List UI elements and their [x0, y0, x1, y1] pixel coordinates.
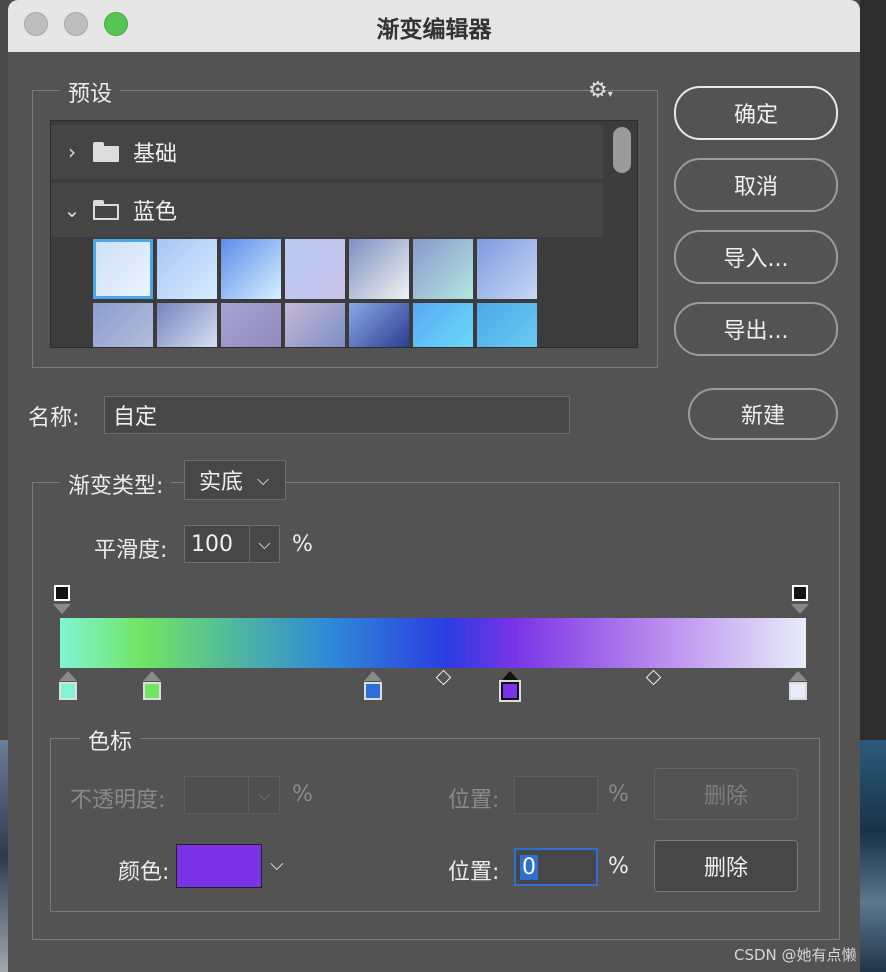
folder-open-icon	[93, 200, 119, 220]
title-bar: 渐变编辑器	[8, 0, 860, 52]
color-location-input[interactable]: 0	[514, 848, 598, 886]
export-button[interactable]: 导出...	[674, 302, 838, 356]
preset-swatch[interactable]	[93, 303, 153, 347]
color-stop[interactable]	[364, 682, 383, 700]
chevron-down-icon[interactable]: ⌵	[249, 526, 279, 562]
preset-swatch[interactable]	[477, 239, 537, 299]
folder-name: 基础	[133, 142, 178, 167]
smoothness-field[interactable]: 100 ⌵	[184, 525, 280, 563]
smoothness-value[interactable]: 100	[191, 532, 249, 557]
gradient-editor-dialog: 渐变编辑器 预设 ⚙▾ › 基础 ⌄ 蓝色 确定 取消 导入... 导出... …	[8, 0, 860, 972]
opacity-percent: %	[292, 782, 313, 807]
color-location-value: 0	[520, 854, 538, 880]
smoothness-label: 平滑度:	[94, 538, 168, 563]
scroll-thumb[interactable]	[613, 127, 631, 173]
color-stop-arrow	[142, 671, 161, 681]
percent-sign: %	[292, 532, 313, 557]
color-stop[interactable]	[59, 682, 77, 700]
folder-basic[interactable]: › 基础	[51, 125, 603, 179]
preset-swatch[interactable]	[93, 239, 153, 299]
color-swatch[interactable]	[176, 844, 262, 888]
color-stop-arrow	[500, 671, 519, 681]
chevron-down-icon[interactable]: ⌵	[270, 854, 284, 875]
presets-scrollbar[interactable]	[607, 121, 637, 347]
preset-swatch[interactable]	[477, 303, 537, 347]
preset-swatch[interactable]	[285, 303, 345, 347]
gradient-type-value: 实底	[199, 470, 244, 495]
presets-label: 预设	[60, 76, 121, 108]
presets-list[interactable]: › 基础 ⌄ 蓝色	[50, 120, 638, 348]
background-image	[860, 740, 886, 972]
opacity-location-percent: %	[608, 782, 629, 807]
folder-icon	[93, 142, 119, 162]
opacity-stop-left[interactable]	[54, 585, 70, 601]
preset-swatch[interactable]	[157, 303, 217, 347]
preset-swatch[interactable]	[349, 303, 409, 347]
gradient-bar[interactable]	[60, 618, 806, 668]
delete-opacity-stop-button: 删除	[654, 768, 798, 820]
color-stop[interactable]	[142, 682, 161, 700]
opacity-location-input	[514, 776, 598, 814]
gradient-type-label: 渐变类型:	[60, 468, 172, 500]
cancel-button[interactable]: 取消	[674, 158, 838, 212]
opacity-stop-right[interactable]	[792, 585, 808, 601]
folder-blue[interactable]: ⌄ 蓝色	[51, 183, 603, 237]
preset-swatch[interactable]	[413, 303, 473, 347]
delete-color-stop-button[interactable]: 删除	[654, 840, 798, 892]
preset-swatch[interactable]	[285, 239, 345, 299]
color-stop-arrow	[59, 671, 77, 681]
chevron-right-icon[interactable]: ›	[57, 140, 87, 164]
chevron-down-icon: ⌵	[257, 470, 270, 489]
opacity-label: 不透明度:	[70, 788, 166, 813]
color-stops-label: 色标	[80, 724, 141, 756]
opacity-field: ⌵	[184, 776, 280, 814]
new-button[interactable]: 新建	[688, 388, 838, 440]
gradient-type-select[interactable]: 实底 ⌵	[184, 460, 286, 500]
name-label: 名称:	[28, 406, 80, 431]
name-input[interactable]: 自定	[104, 396, 570, 434]
chevron-down-icon[interactable]: ⌄	[57, 198, 87, 222]
color-label: 颜色:	[118, 860, 170, 885]
ok-button[interactable]: 确定	[674, 86, 838, 140]
watermark: CSDN @她有点懒	[734, 946, 857, 964]
preset-swatch[interactable]	[157, 239, 217, 299]
color-stop-arrow	[364, 671, 383, 681]
opacity-stop-arrow	[791, 604, 809, 614]
color-stop[interactable]	[498, 680, 521, 702]
preset-swatch[interactable]	[221, 239, 281, 299]
folder-name: 蓝色	[133, 200, 178, 225]
preset-swatch[interactable]	[221, 303, 281, 347]
import-button[interactable]: 导入...	[674, 230, 838, 284]
preset-swatch[interactable]	[413, 239, 473, 299]
color-stop[interactable]	[789, 682, 807, 700]
color-location-percent: %	[608, 854, 629, 879]
chevron-down-icon: ⌵	[248, 777, 279, 813]
gear-icon[interactable]: ⚙▾	[588, 78, 613, 103]
preset-swatch[interactable]	[349, 239, 409, 299]
background-image-left	[0, 740, 8, 972]
color-location-label: 位置:	[448, 860, 500, 885]
opacity-location-label: 位置:	[448, 788, 500, 813]
window-title: 渐变编辑器	[376, 17, 492, 43]
color-stop-arrow	[789, 671, 807, 681]
opacity-stop-arrow	[53, 604, 71, 614]
